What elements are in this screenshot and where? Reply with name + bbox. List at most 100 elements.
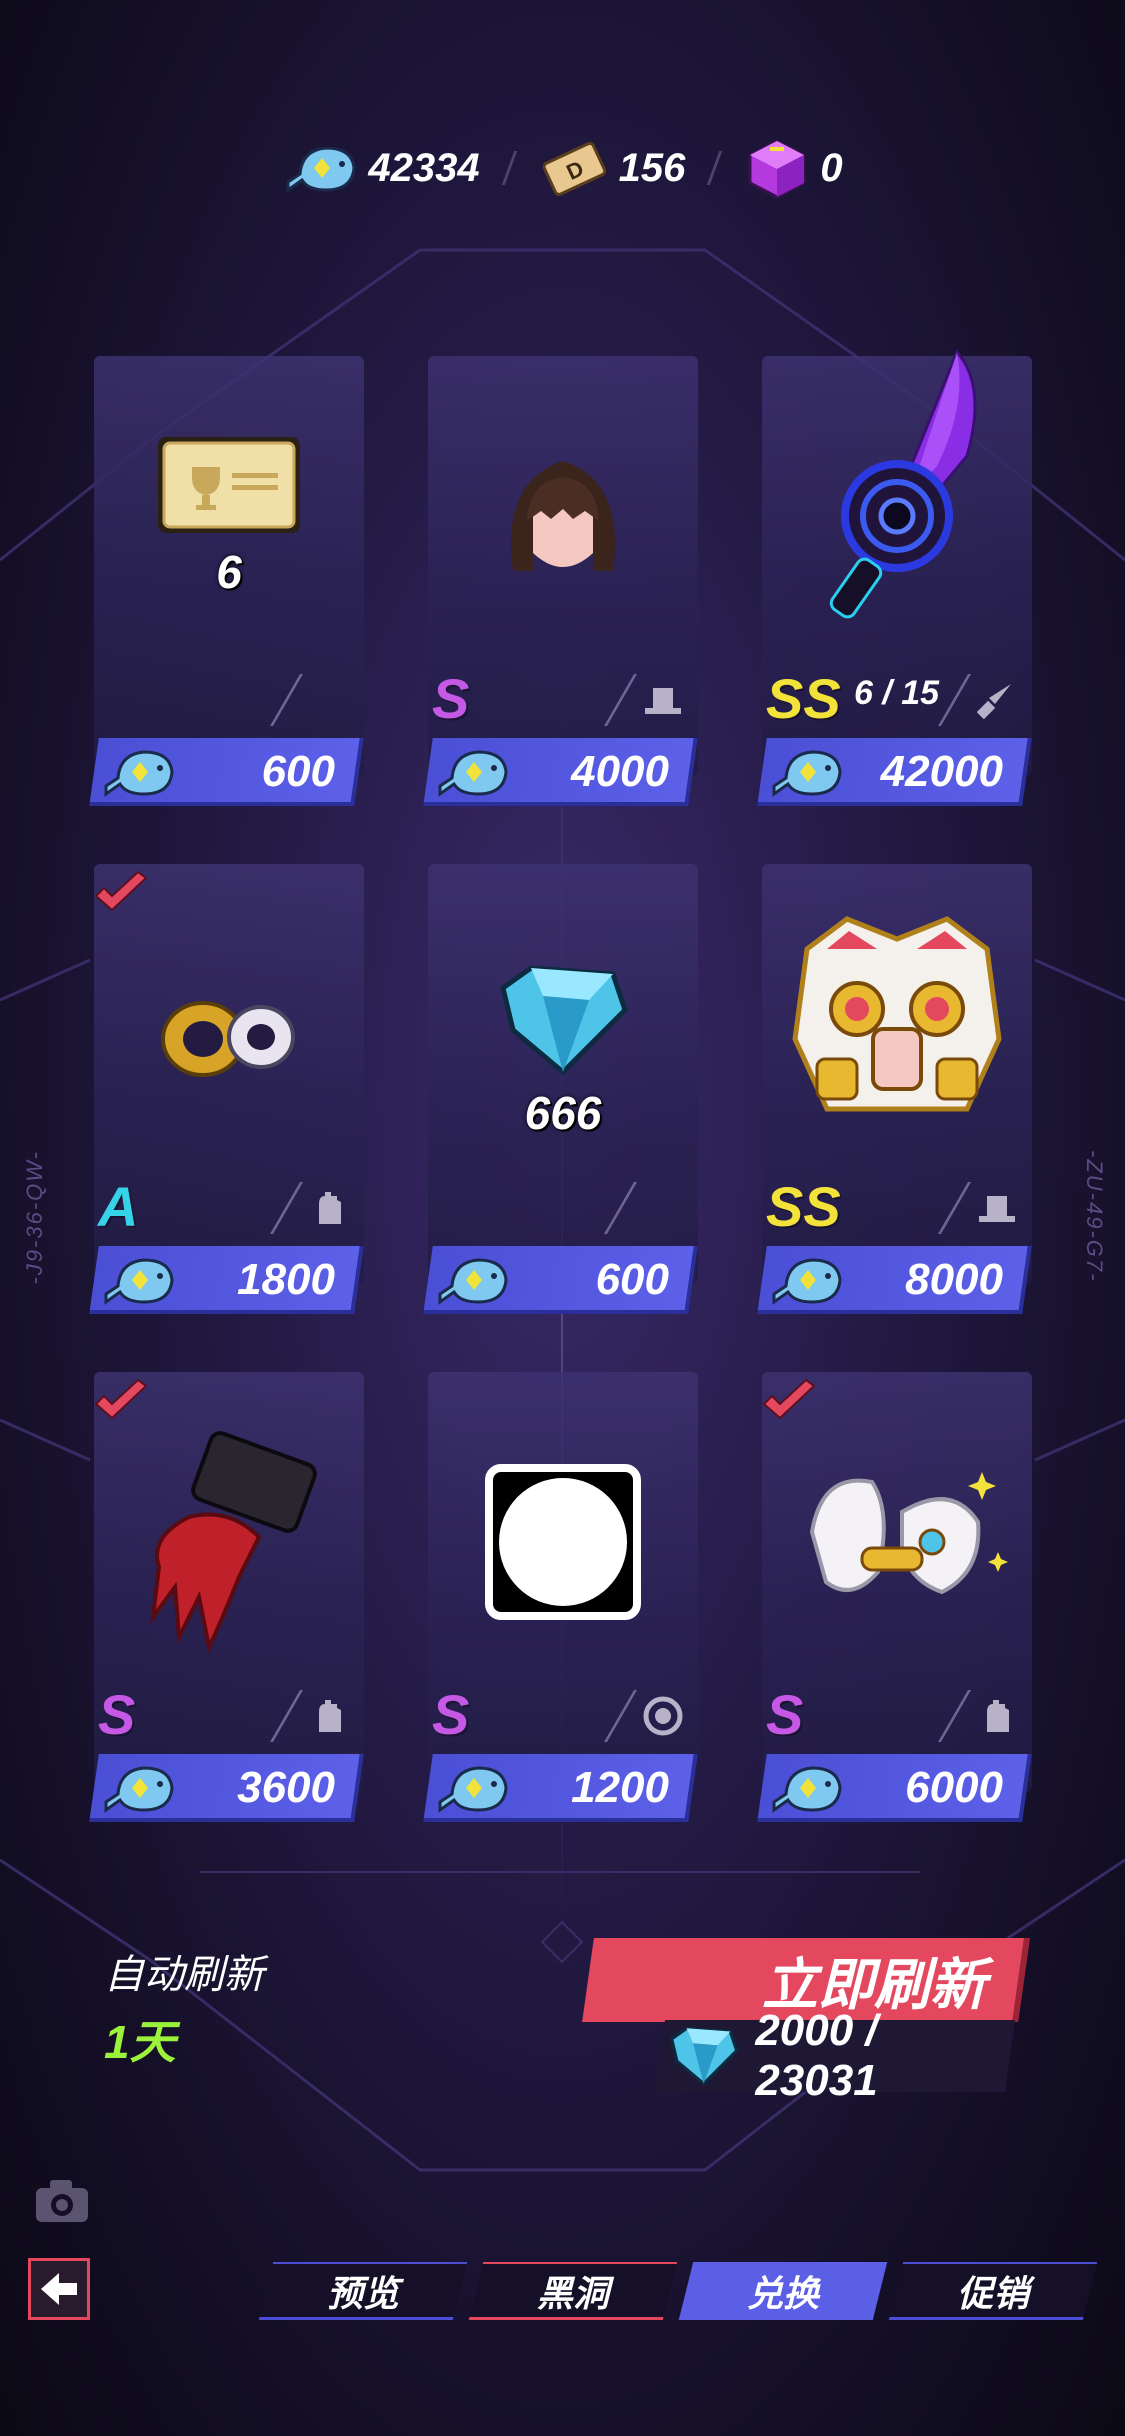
circle-target-icon [643, 1696, 683, 1736]
shop-item-red-claw-glove[interactable]: S 3600 [89, 1372, 369, 1822]
price-button[interactable]: 8000 [762, 1246, 1027, 1314]
price-value: 1200 [571, 1763, 669, 1812]
rarity-badge: SS [766, 667, 841, 730]
rarity-badge: S [432, 667, 470, 730]
price-button[interactable]: 600 [94, 738, 359, 806]
currency-bar: 42334 D 156 0 [0, 128, 1125, 208]
tab-black-hole[interactable]: 黑洞 [468, 2262, 678, 2320]
item-quantity: 666 [524, 1087, 602, 1139]
fish-currency-icon [104, 1766, 174, 1813]
currency-ticket[interactable]: D 156 [539, 138, 686, 198]
item-art [762, 894, 1032, 1154]
price-button[interactable]: 1200 [428, 1754, 693, 1822]
item-art [94, 934, 364, 1134]
fish-currency-icon [104, 750, 174, 797]
currency-fish[interactable]: 42334 [282, 138, 480, 198]
item-type-slot [269, 1182, 351, 1234]
fish-currency-icon [438, 750, 508, 797]
item-art [762, 346, 1032, 646]
fish-currency-icon [438, 1766, 508, 1813]
auto-refresh-info: 自动刷新 1天 [104, 1942, 264, 2072]
cube-currency-value: 0 [820, 145, 843, 190]
shop-item-event-ticket[interactable]: 6 600 [89, 356, 369, 806]
purchase-limit: 6 / 15 [854, 674, 940, 712]
price-value: 42000 [880, 747, 1003, 796]
white-circle-frame-icon [485, 1464, 641, 1620]
d-ticket-icon: D [542, 141, 606, 196]
camera-icon[interactable] [34, 2178, 90, 2224]
tab-promotion[interactable]: 促销 [888, 2262, 1098, 2320]
currency-separator [501, 151, 517, 185]
back-button[interactable] [28, 2258, 90, 2320]
hair-bob-icon [511, 461, 615, 571]
side-code-right: -ZU-49-G7- [1082, 1150, 1107, 1283]
price-button[interactable]: 42000 [762, 738, 1027, 806]
purchased-check-icon [762, 1378, 816, 1420]
glove-icon [987, 1700, 1009, 1732]
purple-cube-icon [748, 139, 806, 199]
diamond-icon [500, 965, 628, 1076]
price-button[interactable]: 3600 [94, 1754, 359, 1822]
shop-item-rings[interactable]: A 1800 [89, 864, 369, 1314]
rarity-badge: A [98, 1175, 139, 1238]
shop-item-white-gold-gloves[interactable]: S 6000 [757, 1372, 1037, 1822]
price-button[interactable]: 6000 [762, 1754, 1027, 1822]
item-art [94, 1412, 364, 1672]
price-value: 1800 [237, 1255, 335, 1304]
price-value: 4000 [571, 747, 669, 796]
tab-exchange[interactable]: 兑换 [678, 2262, 888, 2320]
fish-currency-icon [104, 1258, 174, 1305]
glove-icon [319, 1700, 341, 1732]
glove-icon [319, 1192, 341, 1224]
refresh-cost: 2000 / 23031 [660, 2006, 1010, 2105]
price-value: 6000 [905, 1763, 1003, 1812]
item-art: 6 [94, 416, 364, 616]
item-art [428, 426, 698, 606]
purchased-check-icon [94, 870, 148, 912]
white-gold-gloves-icon [809, 1472, 1008, 1595]
item-type-slot [269, 674, 351, 726]
diamond-icon [669, 2026, 739, 2086]
currency-cube[interactable]: 0 [744, 137, 843, 199]
back-arrow-icon [41, 2273, 77, 2305]
rarity-badge: S [766, 1683, 804, 1746]
price-button[interactable]: 1800 [94, 1246, 359, 1314]
fish-currency-value: 42334 [368, 145, 480, 190]
item-quantity: 6 [216, 546, 242, 598]
item-type-slot [603, 674, 685, 726]
item-art [428, 1422, 698, 1662]
shop-item-white-circle-frame[interactable]: S 1200 [423, 1372, 703, 1822]
rarity-badge: SS [766, 1175, 841, 1238]
price-button[interactable]: 600 [428, 1246, 693, 1314]
tab-label: 促销 [956, 2273, 1029, 2314]
price-button[interactable]: 4000 [428, 738, 693, 806]
item-type-slot [937, 1182, 1019, 1234]
hat-icon [645, 688, 681, 714]
hat-icon [979, 1196, 1015, 1222]
shop-item-lion-mask[interactable]: SS 8000 [757, 864, 1037, 1314]
shop-item-nova-knife[interactable]: SS 6 / 15 42000 [757, 349, 1037, 806]
tab-label: 黑洞 [536, 2273, 609, 2314]
tab-label: 兑换 [746, 2273, 819, 2314]
ticket-currency-value: 156 [618, 145, 686, 190]
fish-currency-icon [772, 1258, 842, 1305]
rarity-badge: S [98, 1683, 136, 1746]
currency-separator [707, 151, 723, 185]
fish-currency-icon [772, 1766, 842, 1813]
red-claw-glove-icon [150, 1431, 317, 1654]
item-type-slot [603, 1182, 685, 1234]
rarity-badge: S [432, 1683, 470, 1746]
shop-item-diamond[interactable]: 666 600 [423, 864, 703, 1314]
knife-icon [977, 684, 1011, 720]
price-value: 8000 [905, 1255, 1003, 1304]
fish-currency-icon [438, 1258, 508, 1305]
shop-item-hair-bob[interactable]: S 4000 [423, 356, 703, 806]
refresh-cost-value: 2000 / 23031 [755, 2006, 878, 2105]
rings-icon [161, 1001, 295, 1077]
nova-knife-icon [829, 349, 977, 619]
price-value: 600 [261, 747, 335, 796]
price-value: 3600 [237, 1763, 335, 1812]
tab-preview[interactable]: 预览 [258, 2262, 468, 2320]
fish-currency-icon [286, 146, 356, 193]
fish-currency-icon [772, 750, 842, 797]
